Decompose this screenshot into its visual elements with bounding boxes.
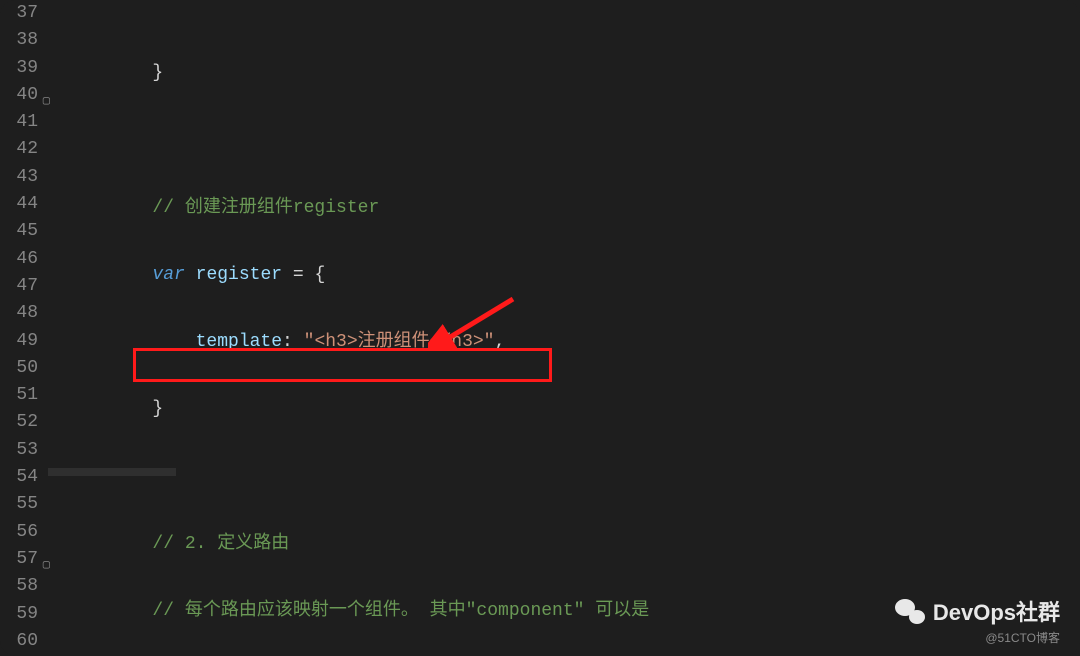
code-line: } (66, 396, 1080, 423)
code-line: var register = { (66, 262, 1080, 289)
line-number: 44 (0, 191, 38, 218)
line-number: 52 (0, 409, 38, 436)
code-area[interactable]: } // 创建注册组件register var register = { tem… (48, 0, 1080, 656)
line-number: 54 (0, 464, 38, 491)
line-number-gutter: 37383940▢4142434445464748495051525354555… (0, 0, 48, 656)
code-line: } (66, 60, 1080, 87)
line-number: 60 (0, 628, 38, 655)
watermark-title: DevOps社群 (933, 595, 1060, 627)
line-number: 57▢ (0, 546, 38, 573)
code-line: template: "<h3>注册组件</h3>", (66, 329, 1080, 356)
line-number: 43 (0, 164, 38, 191)
wechat-icon (895, 599, 925, 624)
line-number: 49 (0, 328, 38, 355)
code-editor[interactable]: 37383940▢4142434445464748495051525354555… (0, 0, 1080, 656)
code-line (66, 127, 1080, 154)
line-number: 47 (0, 273, 38, 300)
line-number: 56 (0, 519, 38, 546)
line-number: 59 (0, 601, 38, 628)
line-number: 45 (0, 218, 38, 245)
line-number: 41 (0, 109, 38, 136)
line-number: 48 (0, 300, 38, 327)
line-number: 38 (0, 27, 38, 54)
line-number: 39 (0, 55, 38, 82)
line-number: 46 (0, 246, 38, 273)
line-number: 50 (0, 355, 38, 382)
code-line (66, 464, 1080, 491)
line-number: 42 (0, 136, 38, 163)
code-line: // 2. 定义路由 (66, 531, 1080, 558)
watermark: DevOps社群 @51CTO博客 (895, 595, 1060, 646)
watermark-subtitle: @51CTO博客 (895, 629, 1060, 646)
line-number: 37 (0, 0, 38, 27)
line-number: 53 (0, 437, 38, 464)
line-number: 55 (0, 491, 38, 518)
code-line: // 创建注册组件register (66, 195, 1080, 222)
line-number: 40▢ (0, 82, 38, 109)
line-number: 51 (0, 382, 38, 409)
line-number: 58 (0, 573, 38, 600)
